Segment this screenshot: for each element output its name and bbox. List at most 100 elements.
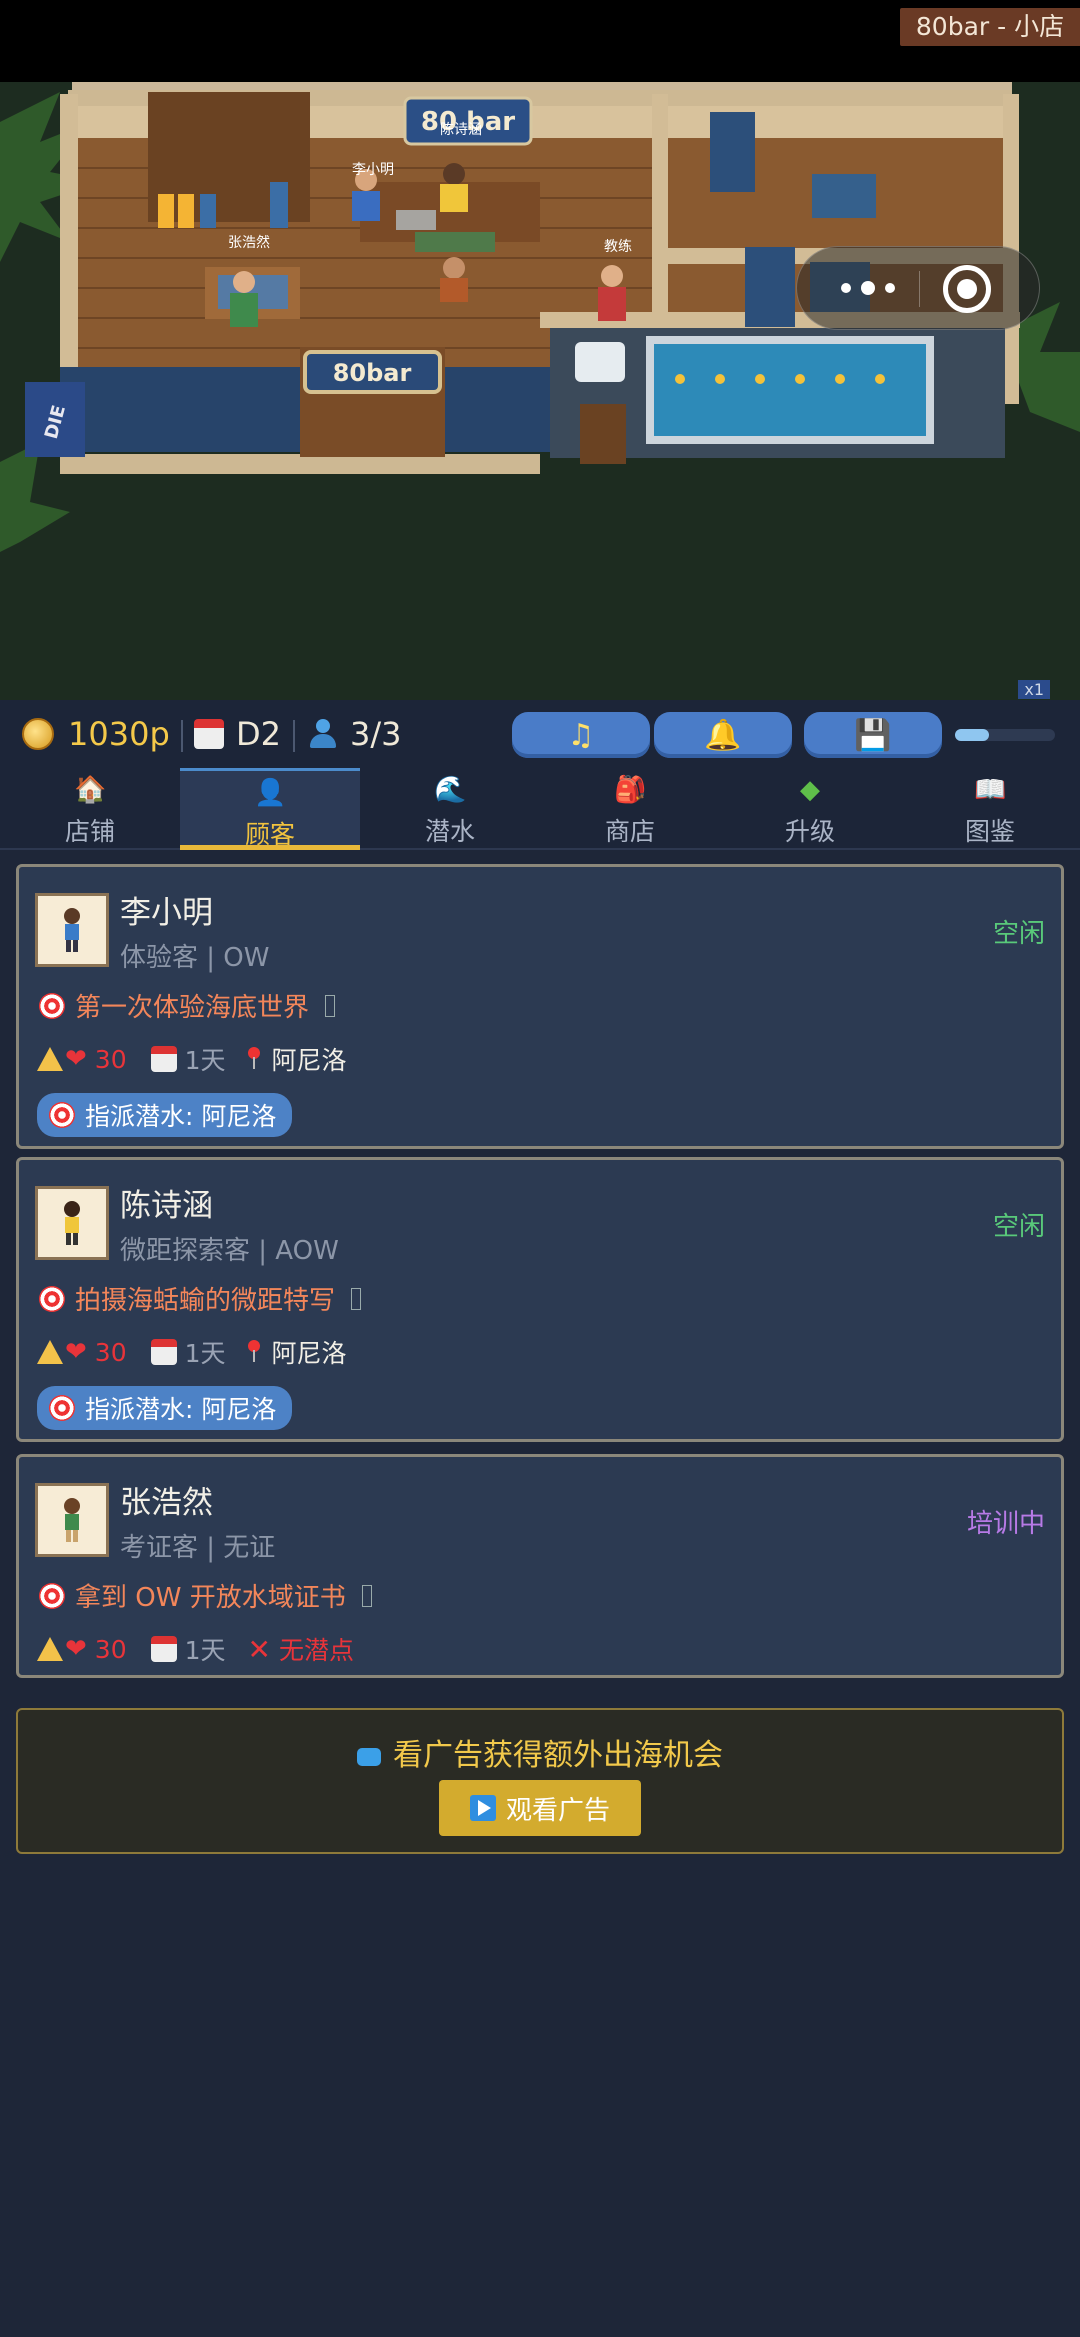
- hp-value: 30: [94, 1634, 127, 1664]
- customer-meta: ❤ 30 1天 阿尼洛: [37, 1043, 347, 1075]
- tab-label: 店铺: [64, 817, 115, 846]
- target-icon: [39, 1582, 65, 1609]
- speed-indicator: x1: [1018, 680, 1050, 699]
- assign-label: 指派潜水: 阿尼洛: [85, 1102, 277, 1131]
- shop-sign-text: 80bar: [333, 359, 412, 387]
- game-scene[interactable]: 80bar 80 bar DIE 陈诗涵 李小明 张浩然 教练: [0, 82, 1080, 700]
- backpack-icon: 🎒: [614, 775, 647, 805]
- customer-goal: 拿到 OW 开放水域证书: [39, 1577, 372, 1614]
- tab-shop[interactable]: 🏠 店铺: [0, 768, 180, 850]
- customer-name: 张浩然: [120, 1485, 213, 1521]
- scene-label-chen: 陈诗涵: [440, 121, 482, 138]
- wave-icon: 🌊: [434, 775, 467, 805]
- customer-meta: ❤ 30 1天 ✕ 无潜点: [37, 1632, 354, 1666]
- watch-ad-label: 观看广告: [505, 1795, 610, 1826]
- tab-bar: 🏠 店铺 👤 顾客 🌊 潜水 🎒 商店 ◆ 升级 📖 图鉴: [0, 768, 1080, 850]
- heart-icon: ❤: [65, 1634, 87, 1664]
- warning-icon: [37, 1637, 63, 1661]
- hp-value: 30: [94, 1337, 127, 1367]
- location-value: 阿尼洛: [271, 1046, 347, 1075]
- location-pin-icon: [247, 1047, 260, 1069]
- tab-codex[interactable]: 📖 图鉴: [900, 768, 1080, 850]
- days-value: 1天: [184, 1046, 226, 1075]
- scene-label-zhang: 张浩然: [228, 234, 270, 251]
- customer-goal: 第一次体验海底世界: [39, 987, 336, 1024]
- tab-label: 商店: [604, 817, 655, 846]
- ad-text-label: 看广告获得额外出海机会: [393, 1738, 723, 1773]
- customer-goal: 拍摄海蛞蝓的微距特写: [39, 1280, 362, 1317]
- avatar: [35, 1186, 109, 1260]
- music-button[interactable]: ♫: [512, 712, 650, 758]
- tab-dive[interactable]: 🌊 潜水: [360, 768, 540, 850]
- tv-icon: [357, 1747, 381, 1766]
- goal-text: 第一次体验海底世界: [75, 993, 310, 1023]
- avatar: [35, 893, 109, 967]
- calendar-icon: [150, 1339, 177, 1365]
- more-dots-icon[interactable]: [831, 267, 911, 307]
- missing-glyph-box: [361, 1584, 372, 1607]
- location-pin-icon: [247, 1340, 260, 1362]
- status-badge: 空闲: [992, 919, 1045, 949]
- top-bar: 80bar - 小店: [0, 0, 1080, 82]
- coins-value: 1030p: [68, 715, 170, 753]
- customer-type: 考证客 | 无证: [120, 1533, 276, 1563]
- close-target-icon[interactable]: [943, 265, 991, 313]
- volume-slider-fill: [955, 729, 989, 741]
- day-stat: D2: [194, 712, 281, 756]
- target-icon: [49, 1395, 75, 1421]
- ad-panel: 看广告获得额外出海机会 观看广告: [16, 1708, 1064, 1854]
- miniprogram-capsule[interactable]: [796, 246, 1040, 330]
- watch-ad-button[interactable]: 观看广告: [439, 1780, 641, 1836]
- calendar-icon: [150, 1636, 177, 1662]
- target-icon: [39, 1285, 65, 1312]
- hp-value: 30: [94, 1044, 127, 1074]
- person-icon: [308, 719, 338, 749]
- customer-meta: ❤ 30 1天 阿尼洛: [37, 1336, 347, 1368]
- days-value: 1天: [184, 1339, 226, 1368]
- customer-card[interactable]: 陈诗涵 微距探索客 | AOW 空闲 拍摄海蛞蝓的微距特写 ❤ 30 1天 阿尼…: [16, 1157, 1064, 1442]
- shop-building-icon: 🏠: [74, 775, 107, 805]
- calendar-icon: [194, 719, 224, 749]
- tab-label: 图鉴: [964, 817, 1015, 846]
- coins-stat: 1030p: [22, 712, 170, 756]
- tab-label: 升级: [784, 817, 835, 846]
- missing-glyph-box: [351, 1287, 362, 1310]
- tab-customers[interactable]: 👤 顾客: [180, 768, 360, 850]
- volume-slider[interactable]: [955, 729, 1055, 741]
- calendar-icon: [150, 1046, 177, 1072]
- book-icon: 📖: [974, 775, 1007, 805]
- assign-dive-button[interactable]: 指派潜水: 阿尼洛: [37, 1093, 293, 1137]
- day-value: D2: [236, 715, 281, 753]
- scene-label-coach: 教练: [604, 239, 632, 255]
- days-value: 1天: [184, 1636, 226, 1665]
- play-icon: [469, 1795, 496, 1821]
- location-value: 阿尼洛: [271, 1339, 347, 1368]
- heart-icon: ❤: [65, 1044, 87, 1074]
- assign-label: 指派潜水: 阿尼洛: [85, 1395, 277, 1424]
- notification-button[interactable]: 🔔: [654, 712, 792, 758]
- upgrade-gem-icon: ◆: [800, 775, 820, 805]
- bell-icon: 🔔: [704, 717, 742, 753]
- window-title: 80bar - 小店: [900, 8, 1080, 46]
- tab-label: 潜水: [424, 817, 475, 846]
- coin-icon: [22, 718, 54, 750]
- heart-icon: ❤: [65, 1337, 87, 1367]
- customer-card[interactable]: 张浩然 考证客 | 无证 培训中 拿到 OW 开放水域证书 ❤ 30 1天 ✕ …: [16, 1454, 1064, 1678]
- cross-icon: ✕: [247, 1632, 271, 1666]
- customer-card[interactable]: 李小明 体验客 | OW 空闲 第一次体验海底世界 ❤ 30 1天 阿尼洛 指派…: [16, 864, 1064, 1149]
- tab-upgrade[interactable]: ◆ 升级: [720, 768, 900, 850]
- music-note-icon: ♫: [567, 717, 595, 753]
- save-button[interactable]: 💾: [804, 712, 942, 758]
- assign-dive-button[interactable]: 指派潜水: 阿尼洛: [37, 1386, 293, 1430]
- tab-store[interactable]: 🎒 商店: [540, 768, 720, 850]
- customer-name: 陈诗涵: [120, 1188, 213, 1224]
- goal-text: 拿到 OW 开放水域证书: [75, 1583, 346, 1613]
- tab-label: 顾客: [244, 820, 295, 849]
- status-badge: 培训中: [966, 1509, 1045, 1539]
- target-icon: [49, 1102, 75, 1128]
- no-dive-spot-label: 无潜点: [278, 1636, 354, 1665]
- status-badge: 空闲: [992, 1212, 1045, 1242]
- save-disk-icon: 💾: [854, 717, 892, 753]
- avatar: [35, 1483, 109, 1557]
- customers-stat: 3/3: [308, 712, 402, 756]
